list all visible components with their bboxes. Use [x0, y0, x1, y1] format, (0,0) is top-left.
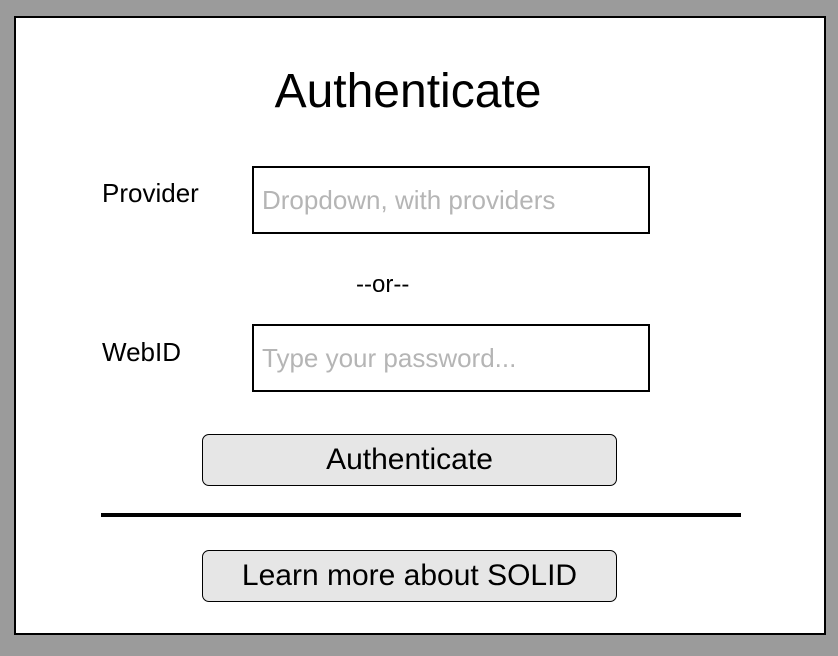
- webid-input[interactable]: [252, 324, 650, 392]
- learn-more-button[interactable]: Learn more about SOLID: [202, 550, 617, 602]
- provider-label: Provider: [102, 178, 199, 208]
- divider: [101, 513, 741, 517]
- webid-label: WebID: [102, 337, 181, 367]
- provider-dropdown[interactable]: [252, 166, 650, 234]
- auth-dialog: Authenticate Provider --or-- WebID Authe…: [14, 16, 826, 635]
- or-separator: --or--: [356, 271, 410, 298]
- authenticate-button[interactable]: Authenticate: [202, 434, 617, 486]
- dialog-title: Authenticate: [274, 65, 542, 118]
